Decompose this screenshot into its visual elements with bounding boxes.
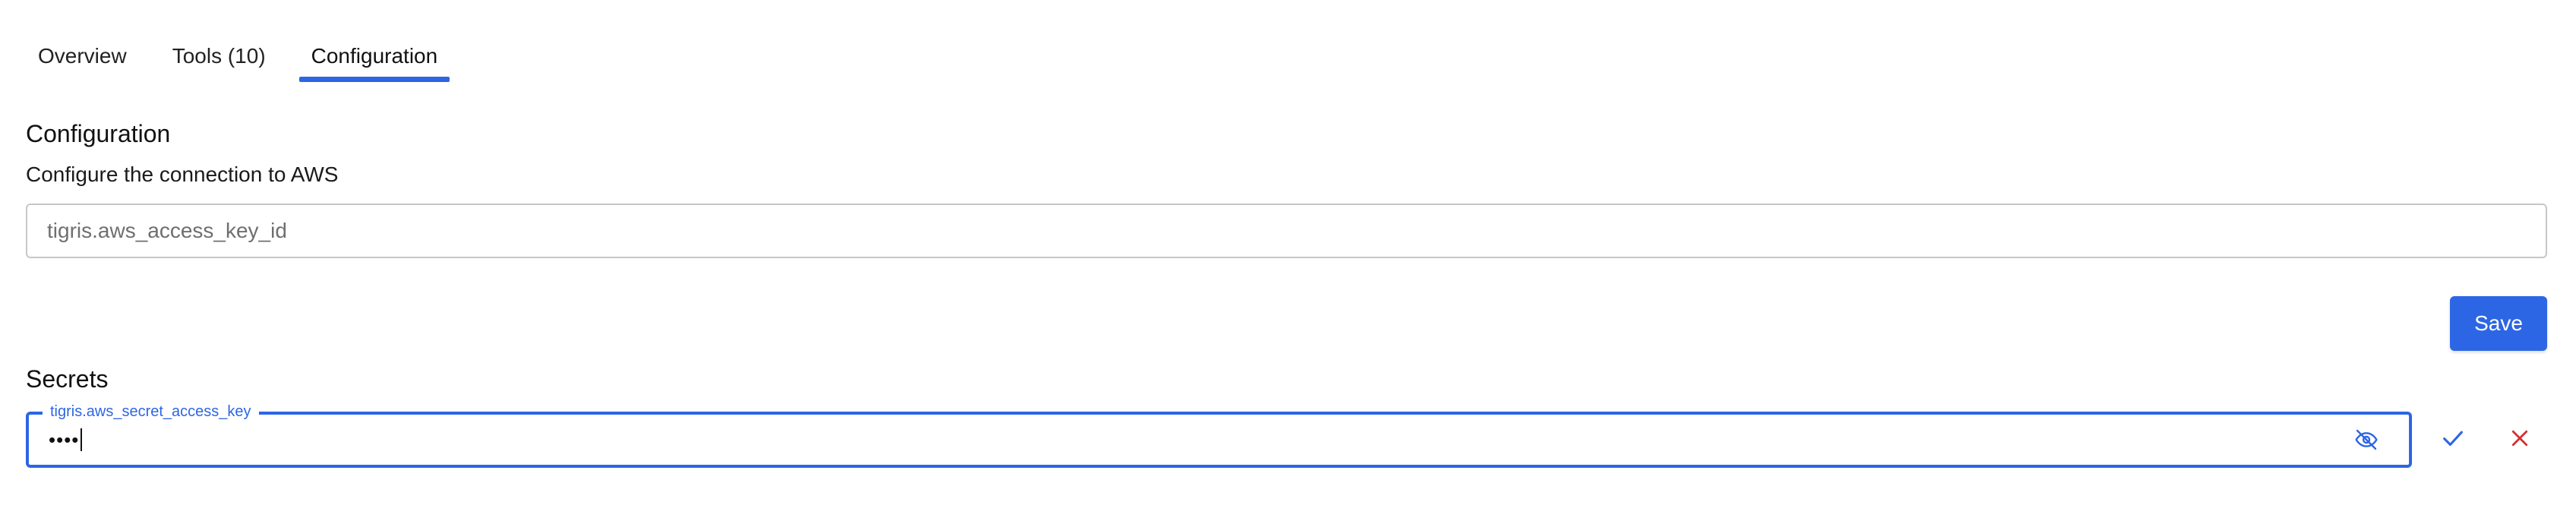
- close-icon: [2508, 427, 2531, 453]
- secret-key-field[interactable]: tigris.aws_secret_access_key ••••: [26, 401, 2412, 468]
- configuration-description: Configure the connection to AWS: [26, 163, 339, 186]
- confirm-button[interactable]: [2432, 418, 2474, 461]
- save-button[interactable]: Save: [2450, 296, 2547, 351]
- configuration-heading: Configuration: [26, 120, 171, 147]
- tab-configuration[interactable]: Configuration: [298, 30, 450, 84]
- tab-tools[interactable]: Tools (10): [160, 30, 278, 84]
- eye-off-icon[interactable]: [2351, 425, 2382, 455]
- cancel-button[interactable]: [2499, 418, 2541, 461]
- text-caret: [80, 428, 83, 451]
- access-key-field: [26, 204, 2547, 258]
- access-key-input[interactable]: [27, 219, 2546, 243]
- secret-key-masked-value: ••••: [49, 428, 80, 451]
- tab-bar: Overview Tools (10) Configuration: [26, 30, 450, 84]
- tab-overview[interactable]: Overview: [26, 30, 139, 84]
- secrets-heading: Secrets: [26, 365, 109, 393]
- secret-key-label: tigris.aws_secret_access_key: [43, 401, 259, 422]
- check-icon: [2440, 425, 2466, 455]
- secret-key-input[interactable]: ••••: [49, 428, 83, 451]
